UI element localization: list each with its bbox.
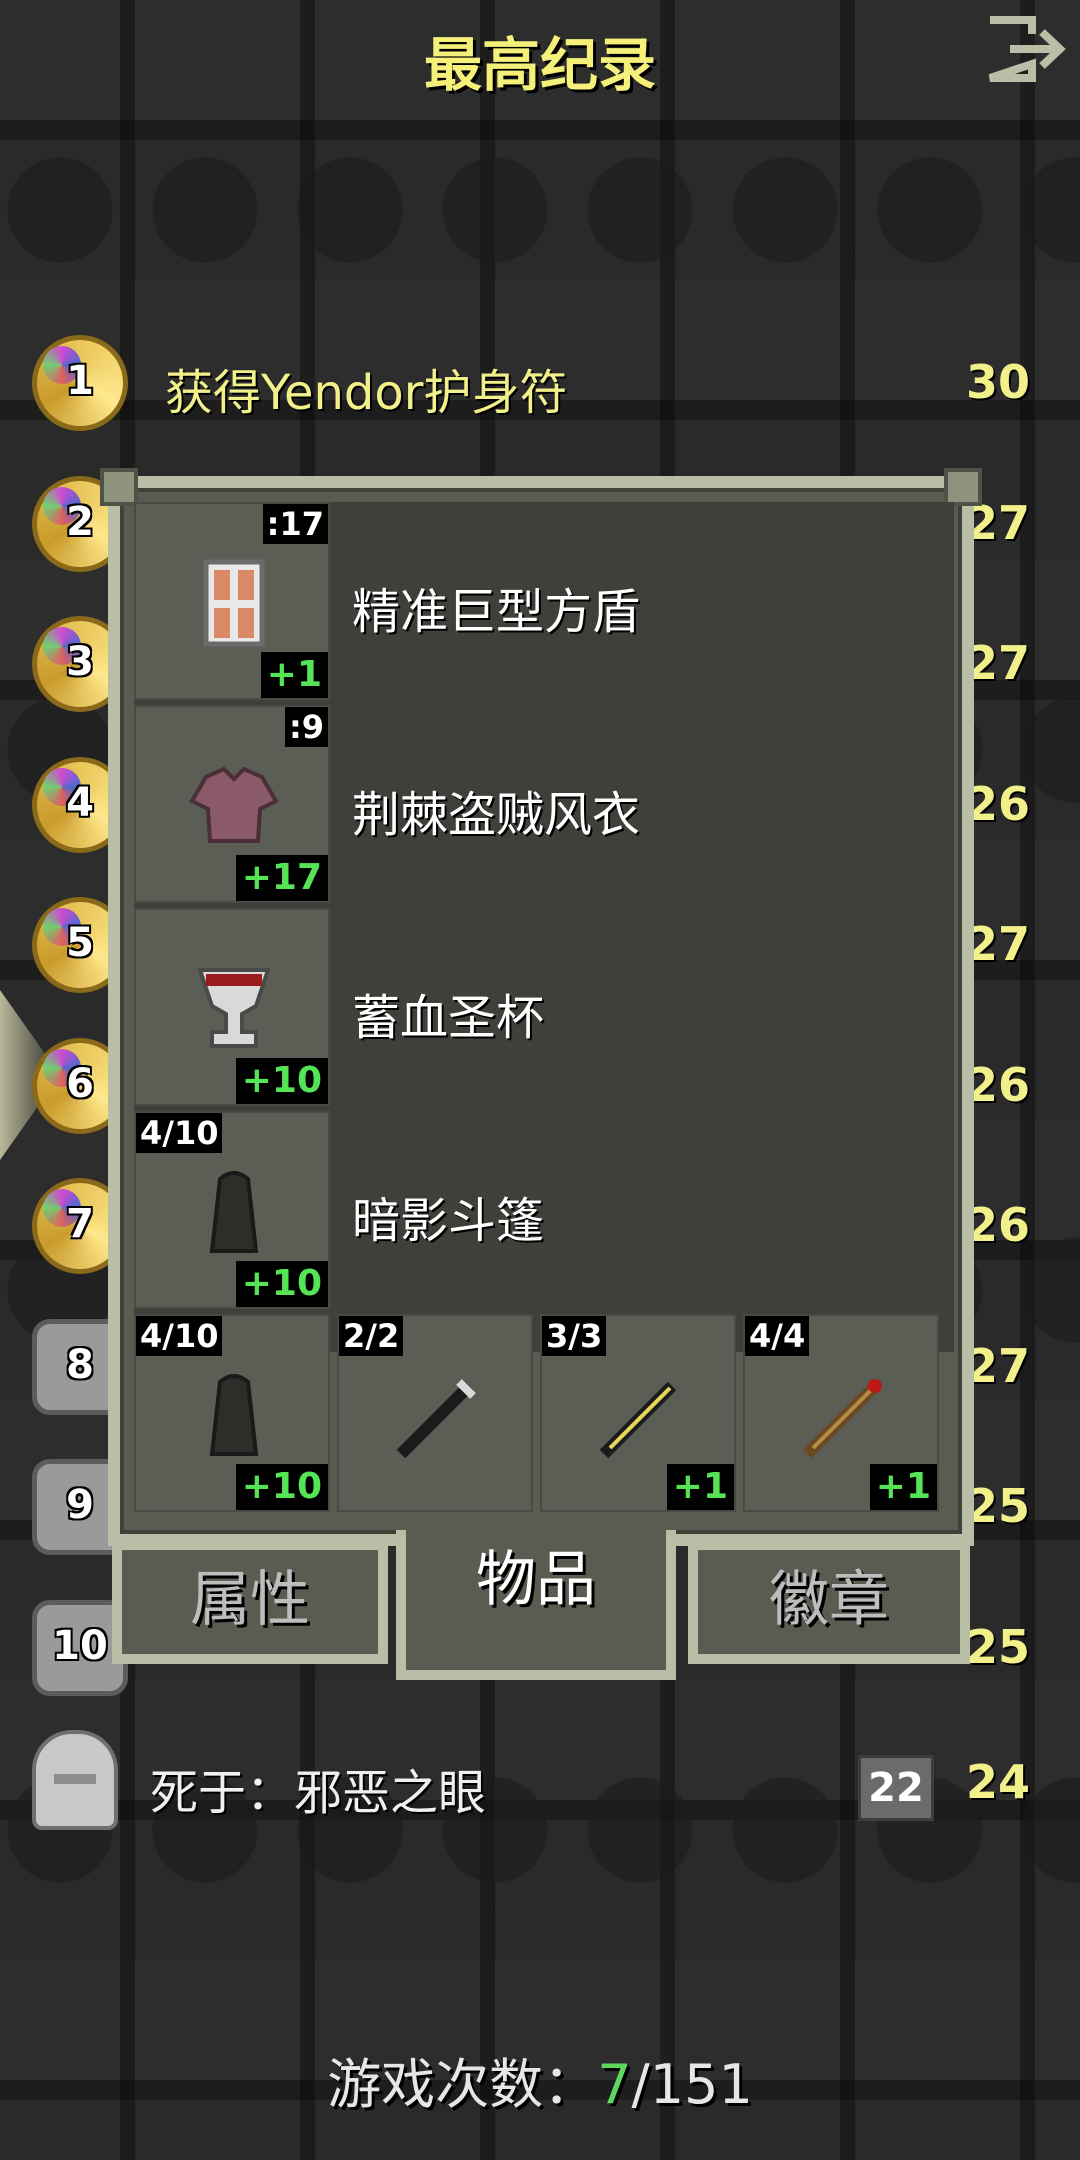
top-bar: 最高纪录	[0, 0, 1080, 120]
tower-shield-icon	[203, 559, 265, 647]
total-games: /151	[631, 2053, 753, 2116]
item-name: 蓄血圣杯	[352, 990, 545, 1046]
item-level: :17	[262, 504, 328, 544]
current-game-number: 7	[597, 2053, 632, 2116]
rank-medal-icon: 1	[32, 335, 128, 431]
shadow-cloak-icon	[209, 1171, 259, 1253]
record-score: 24	[965, 1755, 1030, 1809]
death-record-row[interactable]: 死于：邪恶之眼 22 24	[0, 1725, 1080, 1845]
record-score: 30	[965, 355, 1030, 409]
page-title: 最高纪录	[423, 31, 656, 99]
item-row[interactable]: +10 蓄血圣杯	[134, 908, 954, 1106]
quickslot[interactable]: 2/2	[337, 1314, 533, 1512]
record-score: 27	[965, 636, 1030, 690]
quickslot[interactable]: 4/10 +10	[134, 1314, 330, 1512]
record-score: 27	[965, 917, 1030, 971]
games-played-counter: 游戏次数：7/151	[0, 2040, 1080, 2119]
item-bonus: +17	[235, 855, 328, 901]
quickslot-row: 4/10 +10 2/2 3/3 +1 4/4 +1	[134, 1314, 954, 1512]
death-cause: 死于：邪恶之眼	[150, 1765, 487, 1821]
items-panel: :17 +1 精准巨型方盾 :9 +17 荆棘盗贼风衣 +10 蓄血圣杯 4/1…	[100, 468, 982, 1546]
item-slot[interactable]: 4/10 +10	[134, 1111, 330, 1309]
tab-stats[interactable]: 属性	[112, 1540, 388, 1664]
item-charge: 3/3	[542, 1316, 607, 1356]
tab-label: 物品	[476, 1545, 596, 1615]
tab-label: 徽章	[769, 1565, 889, 1635]
record-description: 获得Yendor护身符	[165, 365, 568, 421]
record-score: 25	[965, 1479, 1030, 1533]
item-bonus: +10	[235, 1261, 328, 1307]
record-score: 27	[965, 1338, 1030, 1393]
item-name: 暗影斗篷	[352, 1193, 545, 1249]
background-arches	[0, 100, 1080, 300]
item-slot[interactable]: :9 +17	[134, 705, 330, 903]
quickslot[interactable]: 4/4 +1	[743, 1314, 939, 1512]
record-score: 26	[965, 1198, 1030, 1252]
record-score: 26	[965, 776, 1030, 831]
item-bonus: +1	[260, 652, 328, 698]
item-bonus: +10	[235, 1464, 328, 1510]
item-name: 精准巨型方盾	[352, 584, 641, 640]
tombstone-icon	[32, 1730, 118, 1830]
item-slot[interactable]: :17 +1	[134, 502, 330, 700]
item-row[interactable]: :9 +17 荆棘盗贼风衣	[134, 705, 954, 903]
item-name: 荆棘盗贼风衣	[352, 787, 641, 843]
item-bonus: +10	[235, 1058, 328, 1104]
games-played-label: 游戏次数：	[327, 2053, 598, 2116]
item-row[interactable]: :17 +1 精准巨型方盾	[134, 502, 954, 700]
record-score: 25	[965, 1619, 1030, 1674]
chalice-icon	[197, 968, 271, 1048]
record-score: 26	[965, 1057, 1030, 1112]
depth-badge: 22	[858, 1755, 934, 1821]
tab-badges[interactable]: 徽章	[688, 1540, 970, 1664]
item-row[interactable]: 4/10 +10 暗影斗篷	[134, 1111, 954, 1309]
item-list: :17 +1 精准巨型方盾 :9 +17 荆棘盗贼风衣 +10 蓄血圣杯 4/1…	[134, 502, 954, 1512]
item-charge: 4/4	[745, 1316, 810, 1356]
item-slot[interactable]: +10	[134, 908, 330, 1106]
item-bonus: +1	[666, 1464, 734, 1510]
exit-icon[interactable]	[980, 14, 1070, 84]
rank-number: 1	[66, 358, 94, 404]
item-charge: 2/2	[339, 1316, 404, 1356]
wand-dark-icon	[396, 1379, 476, 1459]
item-charge: 4/10	[136, 1113, 223, 1153]
rank-number: 10	[52, 1622, 108, 1669]
wand-yellow-icon	[599, 1381, 677, 1459]
item-level: :9	[284, 707, 328, 747]
shadow-cloak-icon	[209, 1374, 259, 1456]
tab-label: 属性	[190, 1565, 310, 1635]
item-charge: 4/10	[136, 1316, 223, 1356]
quickslot[interactable]: 3/3 +1	[540, 1314, 736, 1512]
tab-items[interactable]: 物品	[396, 1530, 676, 1680]
wand-wood-icon	[802, 1379, 882, 1459]
rogue-cloak-icon	[189, 766, 279, 843]
record-row[interactable]: 1 获得Yendor护身符 30	[0, 325, 1080, 445]
item-bonus: +1	[869, 1464, 937, 1510]
